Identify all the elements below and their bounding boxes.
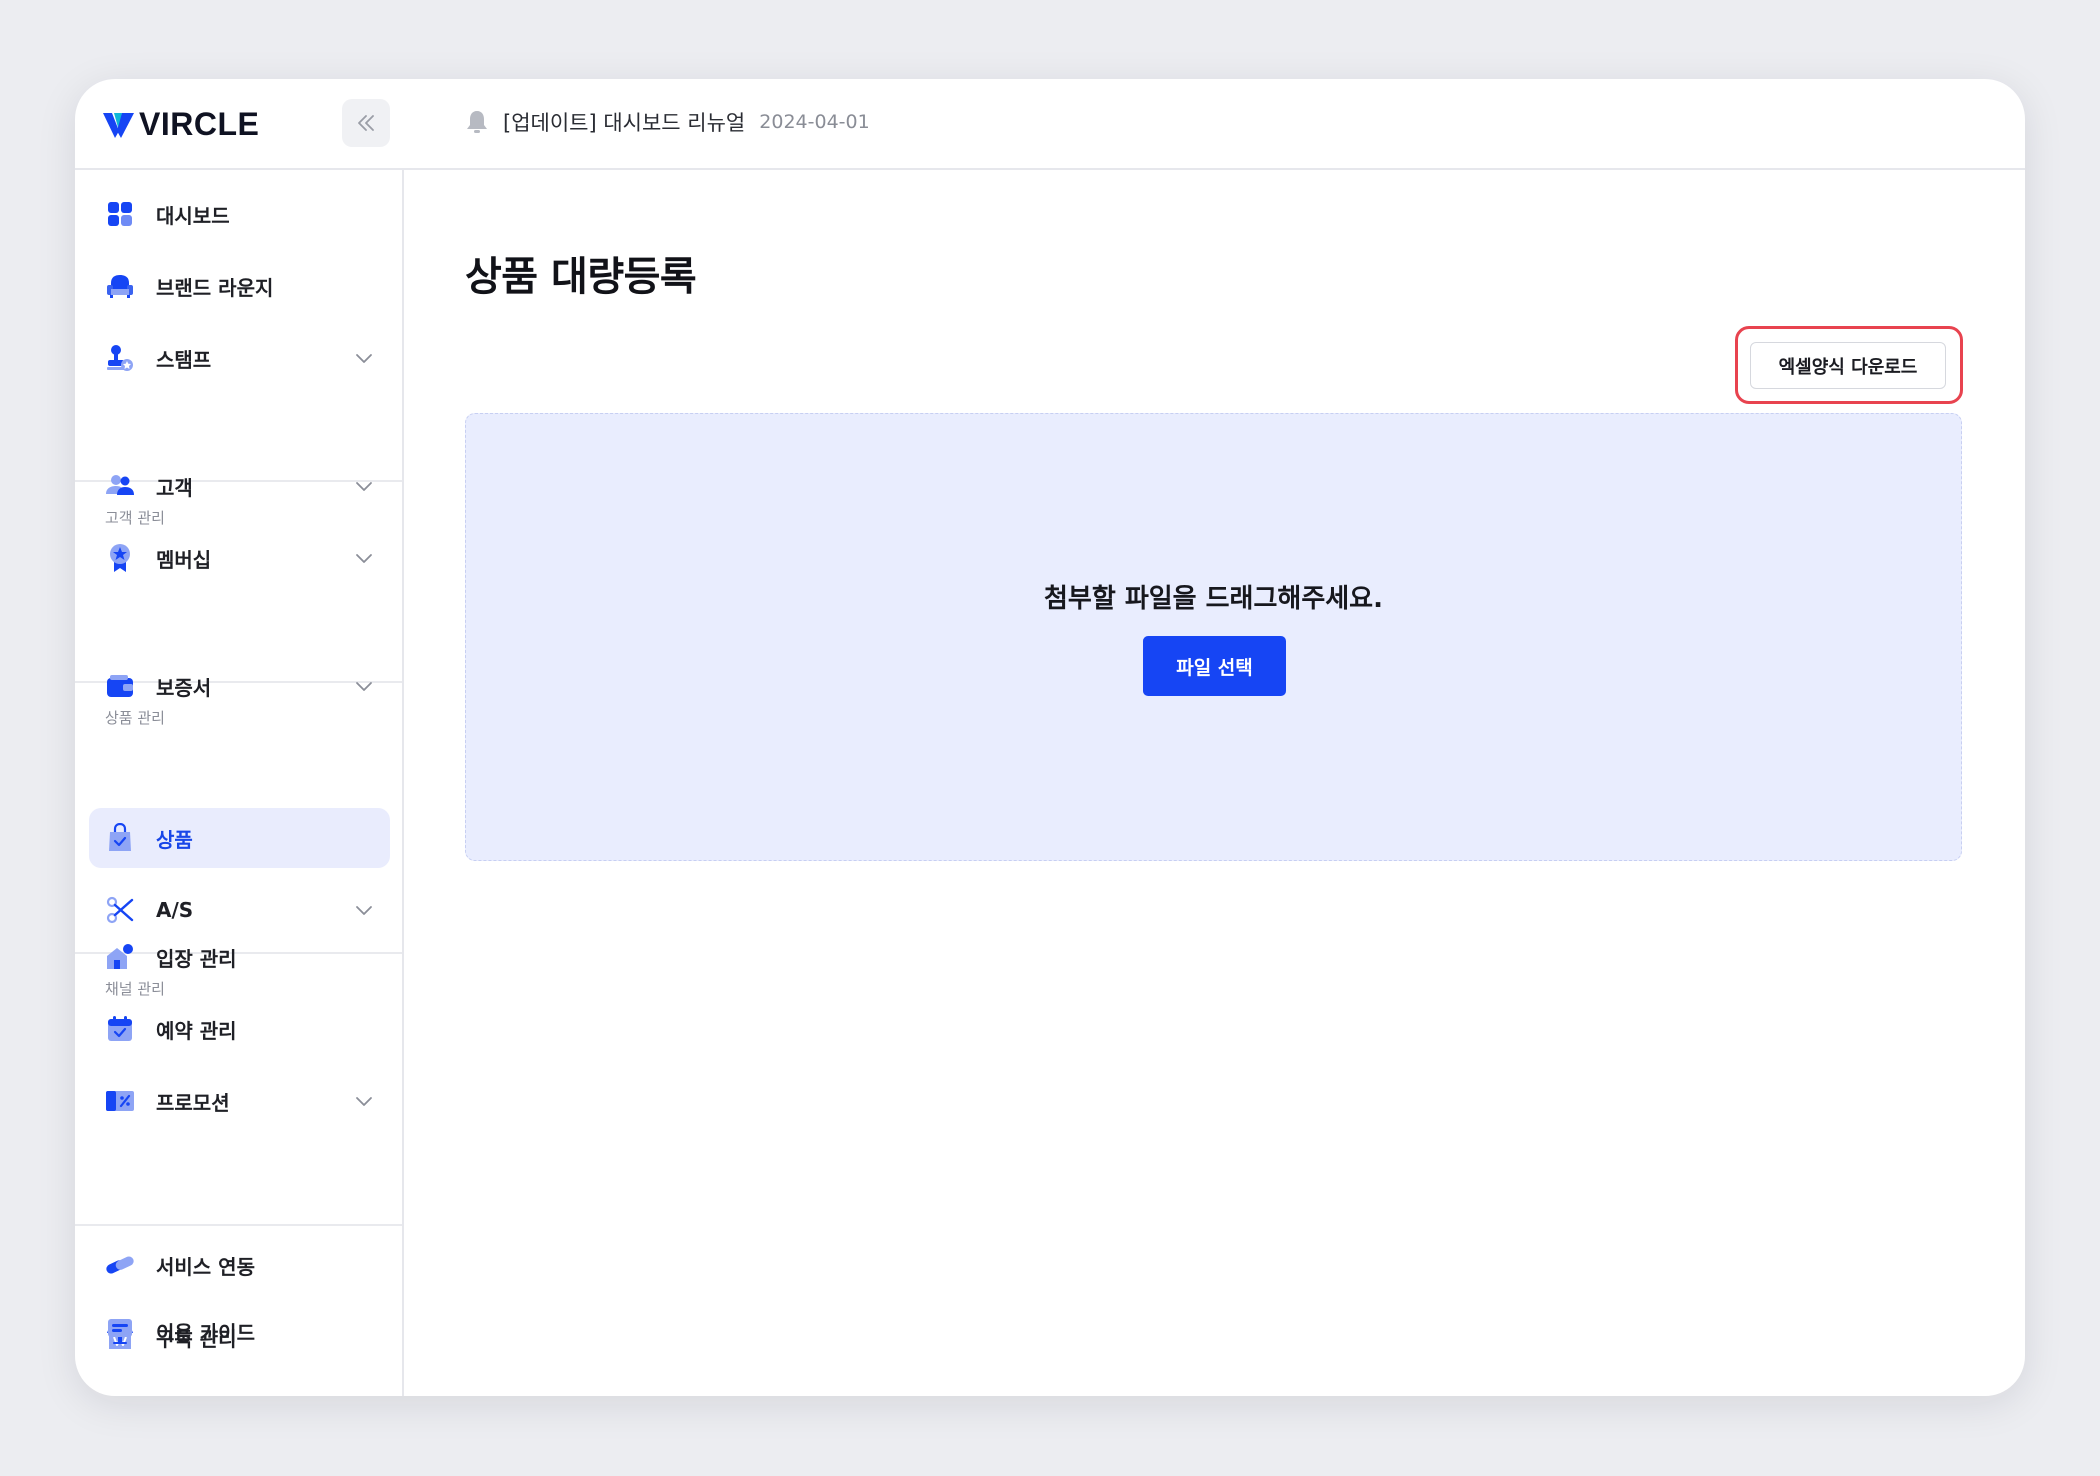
membership-badge-icon	[105, 543, 135, 573]
file-select-button[interactable]: 파일 선택	[1143, 636, 1286, 696]
sidebar-item-products[interactable]: 상품	[89, 808, 390, 868]
sidebar-item-label: 예약 관리	[156, 1018, 237, 1043]
sidebar-item-entry[interactable]: 입장 관리	[89, 927, 390, 987]
notice-date: 2024-04-01	[759, 111, 870, 133]
sidebar-item-label: 보증서	[156, 675, 212, 700]
file-dropzone[interactable]: 첨부할 파일을 드래그해주세요. 파일 선택	[465, 413, 1962, 861]
store-icon	[105, 942, 135, 972]
sidebar-item-label: 이용 가이드	[156, 1320, 255, 1345]
sidebar-item-label: 입장 관리	[156, 946, 237, 971]
scissors-icon	[105, 895, 135, 925]
sidebar-item-guide[interactable]: 이용 가이드	[89, 1301, 390, 1361]
stamp-icon	[105, 343, 135, 373]
sidebar-item-label: A/S	[156, 898, 194, 922]
shopping-bag-icon	[105, 823, 135, 853]
chevron-down-icon	[356, 554, 372, 563]
chevron-down-icon	[356, 682, 372, 691]
notice-text: [업데이트] 대시보드 리뉴얼	[503, 111, 746, 135]
sidebar-item-stamp[interactable]: 스탬프	[89, 328, 390, 388]
double-chevron-left-icon	[358, 115, 374, 131]
logo[interactable]: VIRCLE	[103, 106, 259, 143]
sidebar-item-promotion[interactable]: 프로모션	[89, 1071, 390, 1131]
sidebar-item-customers[interactable]: 고객	[89, 456, 390, 516]
chevron-down-icon	[356, 354, 372, 363]
page-title: 상품 대량등록	[465, 254, 697, 300]
bell-icon	[467, 111, 487, 133]
coupon-icon	[105, 1086, 135, 1116]
sidebar-item-membership[interactable]: 멤버십	[89, 528, 390, 588]
app-window: VIRCLE [업데이트] 대시보드 리뉴얼 2024-04-01 대시보드 브…	[75, 79, 2025, 1396]
top-bar: VIRCLE [업데이트] 대시보드 리뉴얼 2024-04-01	[75, 79, 2025, 170]
sidebar-item-label: 고객	[156, 475, 193, 500]
chevron-down-icon	[356, 906, 372, 915]
sidebar-item-label: 상품	[156, 827, 193, 852]
sidebar-divider	[75, 1224, 402, 1226]
link-icon	[105, 1250, 135, 1280]
wallet-icon	[105, 671, 135, 701]
guide-icon	[105, 1316, 135, 1346]
sidebar-item-dashboard[interactable]: 대시보드	[89, 184, 390, 244]
sidebar-item-brand-lounge[interactable]: 브랜드 라운지	[89, 256, 390, 316]
sidebar-item-label: 브랜드 라운지	[156, 275, 274, 300]
dashboard-icon	[105, 199, 135, 229]
sidebar-item-warranty[interactable]: 보증서	[89, 656, 390, 716]
sidebar-item-label: 서비스 연동	[156, 1254, 255, 1279]
sidebar-item-label: 스탬프	[156, 347, 212, 372]
collapse-sidebar-button[interactable]	[342, 99, 390, 147]
logo-text: VIRCLE	[139, 106, 260, 142]
excel-template-download-button[interactable]: 엑셀양식 다운로드	[1750, 342, 1946, 389]
sidebar-item-integration[interactable]: 서비스 연동	[89, 1235, 390, 1295]
calendar-icon	[105, 1014, 135, 1044]
sidebar-item-label: 프로모션	[156, 1090, 230, 1115]
notice-banner[interactable]: [업데이트] 대시보드 리뉴얼 2024-04-01	[465, 107, 870, 137]
sidebar-item-label: 대시보드	[156, 203, 230, 228]
dropzone-text: 첨부할 파일을 드래그해주세요.	[1044, 584, 1383, 614]
chevron-down-icon	[356, 1097, 372, 1106]
chevron-down-icon	[356, 482, 372, 491]
users-icon	[105, 471, 135, 501]
vircle-logo-icon	[103, 112, 134, 138]
armchair-icon	[105, 271, 135, 301]
sidebar-item-reservation[interactable]: 예약 관리	[89, 999, 390, 1059]
sidebar-item-label: 멤버십	[156, 547, 212, 572]
sidebar: 대시보드 브랜드 라운지 스탬프 고객 관리 고객 멤버십 상품 관리 보증서 …	[75, 170, 404, 1396]
